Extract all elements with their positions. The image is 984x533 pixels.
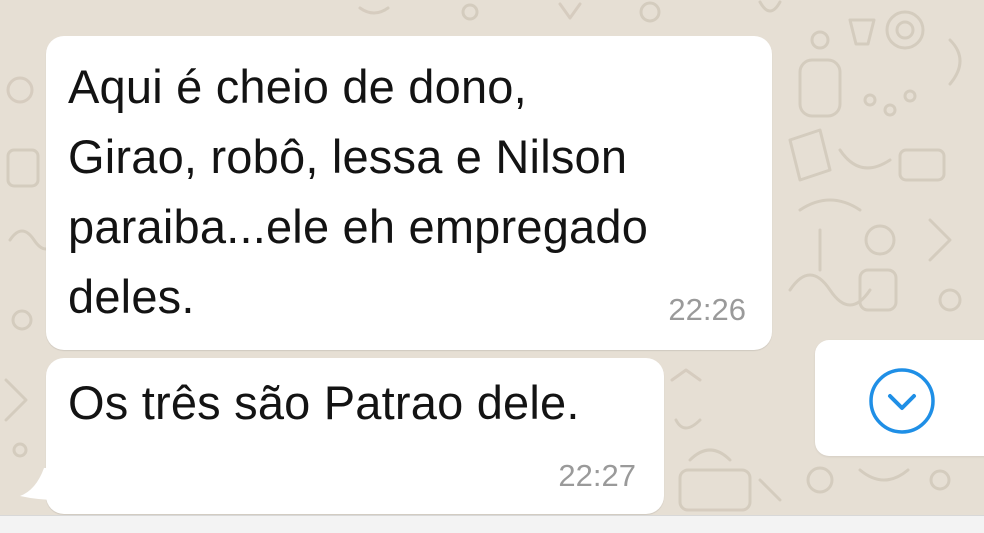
scroll-down-panel	[815, 340, 984, 456]
message-text: Aqui é cheio de dono, Girao, robô, lessa…	[68, 60, 649, 323]
chat-background: Aqui é cheio de dono, Girao, robô, lessa…	[0, 0, 984, 533]
chevron-down-circle-icon[interactable]	[867, 366, 937, 436]
message-timestamp: 22:27	[558, 458, 636, 493]
message-timestamp: 22:26	[668, 292, 746, 327]
incoming-message[interactable]: Aqui é cheio de dono, Girao, robô, lessa…	[46, 36, 772, 350]
incoming-message[interactable]: Os três são Patrao dele. 22:27	[46, 358, 664, 514]
input-bar-edge	[0, 515, 984, 533]
bubble-tail	[20, 468, 58, 500]
message-text: Os três são Patrao dele.	[68, 376, 580, 429]
